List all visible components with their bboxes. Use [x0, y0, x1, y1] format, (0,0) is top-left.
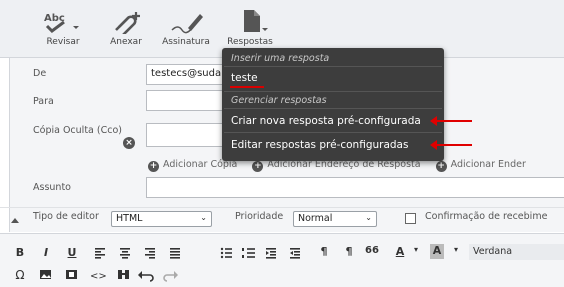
chevron-down-icon[interactable]: ▾ — [408, 245, 424, 254]
divider — [224, 132, 442, 133]
collapse-up-icon[interactable] — [11, 218, 19, 223]
remove-cco-icon[interactable]: × — [123, 137, 135, 149]
italic-button[interactable]: I — [38, 246, 54, 259]
pilcrow-rtl-button[interactable]: ¶ — [341, 245, 357, 258]
plus-icon: + — [252, 161, 264, 172]
annotation-arrow — [430, 140, 472, 150]
reply-item-teste[interactable]: teste — [231, 72, 258, 84]
confirmacao-checkbox[interactable] — [405, 213, 416, 224]
de-select[interactable]: testecs@suda — [146, 64, 226, 85]
revisar-button[interactable]: Abc Revisar — [38, 8, 88, 47]
editor-row2-icons: <> — [40, 270, 178, 282]
font-name-value: Verdana — [473, 246, 513, 257]
anexar-label: Anexar — [110, 37, 142, 47]
respostas-label: Respostas — [227, 37, 273, 47]
svg-text:<>: <> — [90, 271, 107, 282]
add-address-link[interactable]: + Adicionar Ender — [435, 159, 526, 172]
align-left-icon[interactable] — [95, 248, 105, 259]
font-name-select[interactable]: Verdana — [469, 244, 564, 260]
cco-label: Cópia Oculta (Cco) — [33, 125, 122, 136]
code-icon[interactable]: <> — [90, 271, 107, 282]
de-label: De — [33, 68, 47, 79]
indent-icon[interactable] — [290, 248, 300, 259]
find-icon[interactable] — [118, 270, 129, 279]
bg-color-button[interactable]: A — [430, 244, 444, 259]
assinatura-label: Assinatura — [162, 37, 210, 47]
annotation-arrow — [430, 116, 472, 126]
pilcrow-ltr-button[interactable]: ¶ — [316, 245, 332, 258]
spellcheck-icon: Abc — [38, 8, 88, 34]
image-icon[interactable] — [40, 270, 51, 279]
paperclip-icon — [104, 8, 148, 34]
signature-pen-icon — [158, 8, 214, 34]
blockquote-button[interactable]: 66 — [364, 245, 380, 256]
respostas-dropdown: Inserir uma resposta teste Gerenciar res… — [222, 48, 444, 161]
para-input[interactable] — [146, 90, 226, 111]
tipo-editor-value: HTML — [116, 213, 143, 224]
media-icon[interactable] — [66, 270, 77, 279]
special-char-button[interactable]: Ω — [12, 268, 28, 282]
assunto-label: Assunto — [33, 182, 71, 193]
numbered-list-icon[interactable] — [242, 248, 255, 258]
de-value: testecs@suda — [151, 68, 222, 79]
undo-icon[interactable] — [138, 271, 154, 282]
edit-replies-item[interactable]: Editar respostas pré-configuradas — [231, 139, 408, 151]
chevron-down-icon[interactable]: ▾ — [448, 245, 464, 254]
create-reply-item[interactable]: Criar nova resposta pré-configurada — [231, 115, 421, 127]
chevron-down-icon: ⌄ — [365, 213, 372, 222]
respostas-button[interactable]: Respostas — [222, 8, 278, 47]
align-justify-icon[interactable] — [170, 248, 180, 259]
bold-button[interactable]: B — [12, 246, 28, 259]
confirmacao-label: Confirmação de recebime — [425, 211, 548, 222]
prioridade-value: Normal — [298, 213, 333, 224]
tipo-editor-label: Tipo de editor — [33, 211, 99, 222]
anexar-button[interactable]: Anexar — [104, 8, 148, 47]
plus-icon: + — [435, 161, 447, 172]
bullet-list-icon[interactable] — [220, 247, 232, 259]
font-color-button[interactable]: A — [392, 245, 408, 258]
para-label: Para — [33, 96, 54, 107]
divider — [224, 108, 442, 109]
add-address-text: Adicionar Ender — [450, 159, 526, 170]
tipo-editor-select[interactable]: HTML ⌄ — [111, 211, 212, 227]
chevron-down-icon: ⌄ — [200, 213, 207, 222]
annotation-underline — [230, 86, 264, 88]
plus-icon: + — [148, 161, 159, 172]
divider — [224, 91, 442, 92]
prioridade-select[interactable]: Normal ⌄ — [293, 211, 377, 227]
prioridade-label: Prioridade — [235, 211, 284, 222]
align-right-icon[interactable] — [145, 248, 155, 259]
document-icon — [222, 8, 278, 34]
assinatura-button[interactable]: Assinatura — [158, 8, 214, 47]
divider — [224, 66, 442, 67]
align-center-icon[interactable] — [120, 248, 130, 259]
assunto-input[interactable] — [146, 177, 564, 198]
align-icons — [95, 248, 180, 259]
outdent-icon[interactable] — [266, 248, 276, 259]
redo-icon[interactable] — [163, 271, 178, 282]
revisar-label: Revisar — [46, 37, 80, 47]
cco-input[interactable] — [146, 123, 226, 147]
manage-replies-header: Gerenciar respostas — [231, 95, 327, 106]
underline-button[interactable]: U — [64, 246, 80, 259]
insert-reply-header: Inserir uma resposta — [231, 53, 330, 64]
